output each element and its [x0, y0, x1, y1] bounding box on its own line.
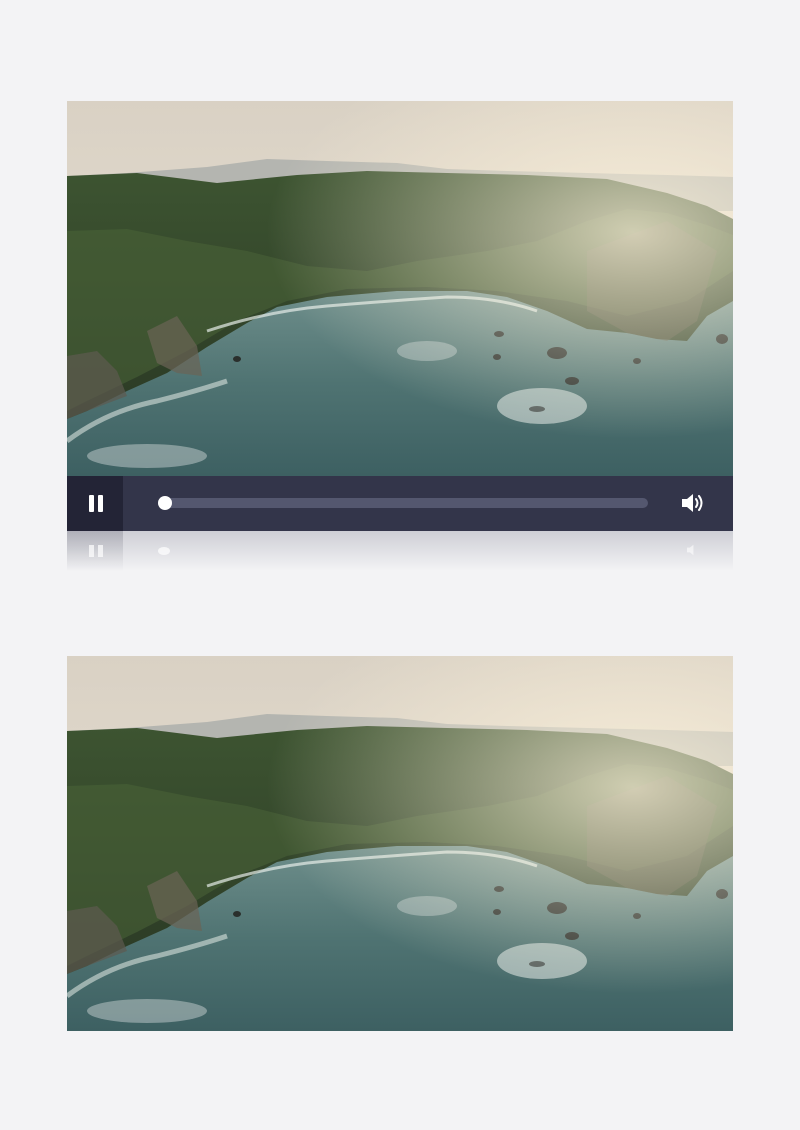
still-scene-image — [67, 656, 733, 1031]
video-frame[interactable] — [67, 101, 733, 476]
video-still-frame — [67, 656, 733, 1031]
progress-track[interactable] — [161, 498, 648, 508]
video-control-bar — [67, 476, 733, 531]
volume-icon[interactable] — [681, 491, 707, 515]
control-bar-reflection — [67, 531, 733, 571]
progress-knob[interactable] — [158, 496, 172, 510]
pause-button[interactable] — [67, 476, 123, 531]
video-scene-image — [67, 101, 733, 476]
